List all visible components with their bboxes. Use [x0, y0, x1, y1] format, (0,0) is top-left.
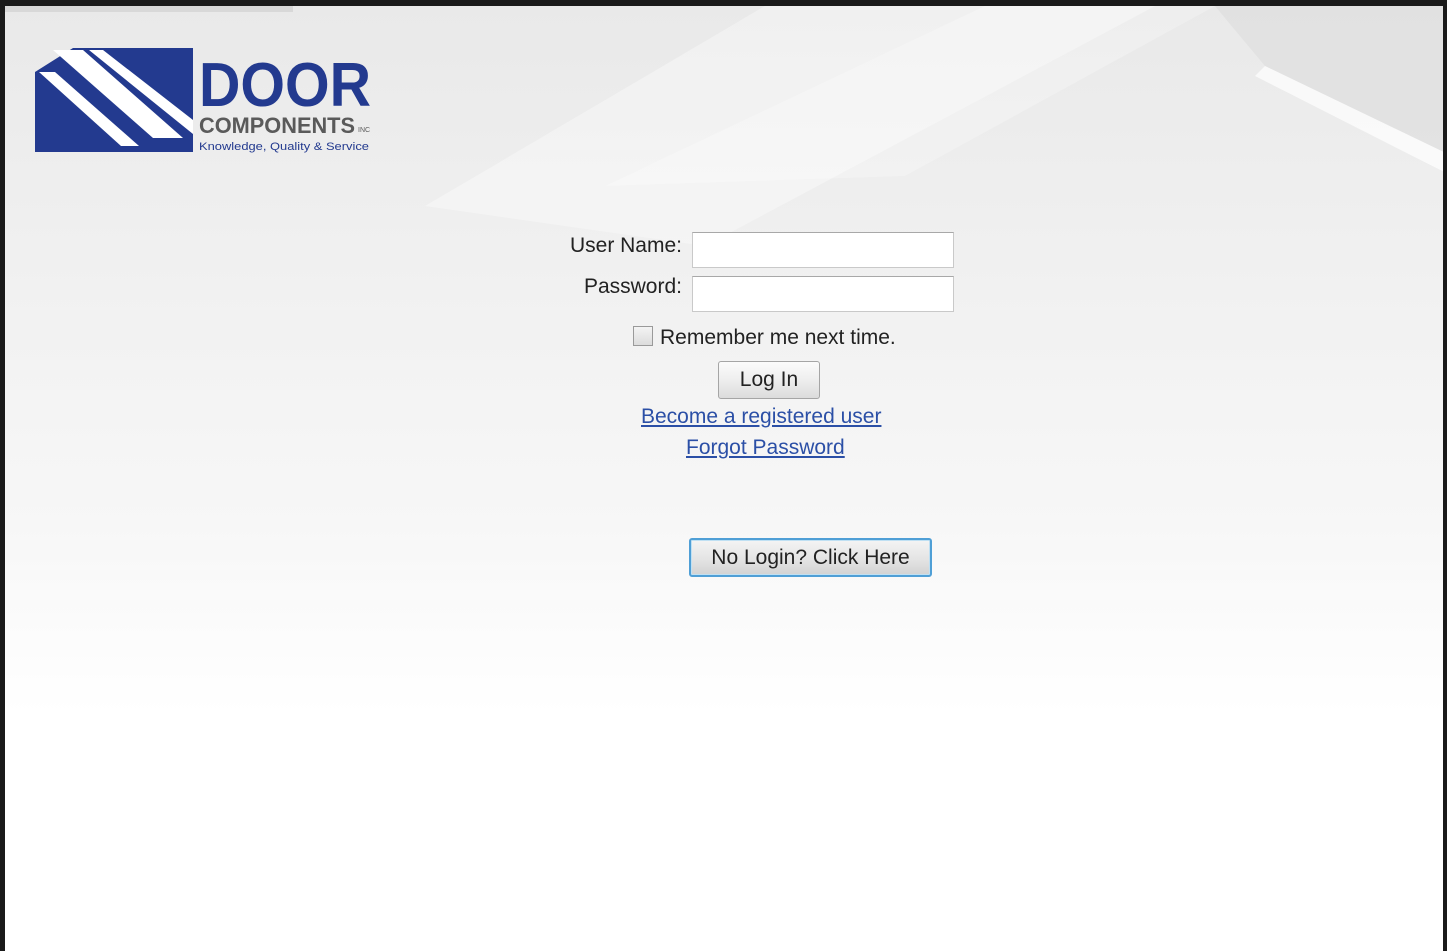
password-label: Password:: [583, 275, 682, 298]
remember-me-label[interactable]: Remember me next time.: [660, 326, 896, 350]
username-label: User Name:: [569, 234, 682, 257]
login-page: DOOR COMPONENTS INC Knowledge, Quality &…: [0, 0, 1447, 951]
login-form: User Name: Password: Remember me next ti…: [5, 6, 1443, 951]
log-in-button[interactable]: Log In: [718, 361, 820, 399]
forgot-password-link[interactable]: Forgot Password: [686, 436, 845, 460]
window-tab: [5, 6, 293, 12]
remember-me-checkbox[interactable]: [633, 326, 653, 346]
password-input[interactable]: [692, 276, 954, 312]
no-login-button[interactable]: No Login? Click Here: [689, 538, 932, 577]
username-input[interactable]: [692, 232, 954, 268]
register-link[interactable]: Become a registered user: [641, 405, 881, 429]
